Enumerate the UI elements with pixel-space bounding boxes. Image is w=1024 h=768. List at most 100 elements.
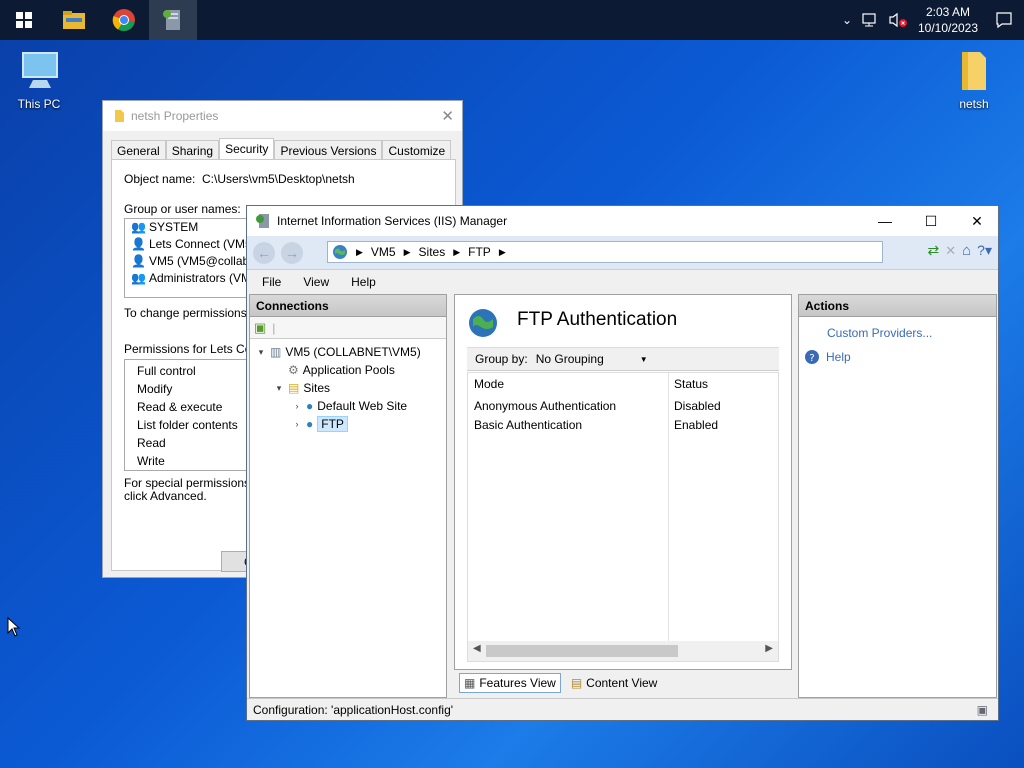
- help-icon[interactable]: ?▾: [977, 242, 992, 259]
- connections-pane: Connections ▣ | ▾ ▥ VM5 (COLLABNET\VM5) …: [249, 294, 447, 698]
- breadcrumb[interactable]: ▶ VM5 ▶ Sites ▶ FTP ▶: [327, 241, 883, 263]
- breadcrumb-item[interactable]: VM5: [371, 245, 396, 259]
- content-view-button[interactable]: ▤ Content View: [567, 673, 662, 693]
- menu-help[interactable]: Help: [351, 275, 376, 289]
- column-header-mode[interactable]: Mode: [468, 373, 668, 395]
- close-icon[interactable]: ✕: [441, 107, 454, 125]
- sites-folder-icon: ▤: [288, 381, 300, 395]
- group-by-dropdown[interactable]: No Grouping ▼: [536, 350, 652, 368]
- status-text: Configuration: 'applicationHost.config': [253, 703, 454, 717]
- maximize-icon[interactable]: ☐: [908, 206, 954, 236]
- group-users-label: Group or user names:: [124, 202, 241, 216]
- connect-icon[interactable]: ▣: [254, 320, 266, 336]
- svg-text:?: ?: [809, 353, 814, 364]
- chevron-down-icon[interactable]: ▾: [274, 383, 284, 394]
- network-status-icon: ▣: [976, 703, 988, 717]
- content-view-icon: ▤: [570, 676, 583, 690]
- chevron-right-icon: ▶: [498, 246, 506, 257]
- taskbar-iis-manager[interactable]: [149, 0, 197, 40]
- forward-arrow-icon[interactable]: →: [281, 242, 303, 264]
- clock-date: 10/10/2023: [917, 21, 979, 35]
- back-arrow-icon[interactable]: ←: [253, 242, 275, 264]
- globe-icon: ●: [306, 417, 314, 431]
- table-row-status[interactable]: Enabled: [668, 416, 718, 435]
- chevron-right-icon: ▶: [356, 246, 363, 257]
- breadcrumb-item[interactable]: FTP: [468, 245, 491, 259]
- table-row[interactable]: Basic Authentication: [468, 416, 668, 435]
- desktop-icon-netsh[interactable]: netsh: [939, 50, 1009, 111]
- actions-header: Actions: [799, 295, 996, 317]
- action-custom-providers[interactable]: Custom Providers...: [827, 326, 932, 340]
- horizontal-scrollbar[interactable]: ◀ ▶: [468, 641, 778, 661]
- user-icon: 👤: [131, 237, 146, 251]
- group-by-label: Group by:: [475, 352, 528, 366]
- group-by-bar: Group by: No Grouping ▼: [467, 347, 779, 371]
- features-view-button[interactable]: ▦ Features View: [459, 673, 561, 693]
- menu-view[interactable]: View: [303, 275, 329, 289]
- scroll-left-icon[interactable]: ◀: [473, 643, 481, 654]
- desktop-icon-label: This PC: [17, 97, 61, 111]
- user-icon: 👤: [131, 254, 146, 268]
- computer-icon: [22, 52, 58, 88]
- chevron-right-icon: ▶: [403, 246, 411, 257]
- application-pools-icon: ⚙: [288, 363, 299, 377]
- scrollbar-thumb[interactable]: [486, 645, 678, 657]
- column-header-status[interactable]: Status: [668, 373, 778, 395]
- tree-item-sites[interactable]: ▾ ▤ Sites: [274, 379, 330, 397]
- home-icon[interactable]: ⌂: [962, 242, 971, 259]
- tab-general[interactable]: General: [111, 140, 166, 160]
- breadcrumb-item[interactable]: Sites: [419, 245, 446, 259]
- iis-title: Internet Information Services (IIS) Mana…: [277, 214, 508, 228]
- globe-icon: [333, 245, 347, 259]
- tree-item-ftp[interactable]: › ● FTP: [292, 415, 348, 433]
- refresh-icon[interactable]: ⇄: [927, 242, 939, 259]
- network-icon[interactable]: [862, 12, 880, 28]
- iis-manager-icon: [256, 214, 269, 228]
- chevron-right-icon[interactable]: ›: [292, 419, 302, 429]
- file-explorer-icon: [63, 11, 85, 29]
- object-name-value: C:\Users\vm5\Desktop\netsh: [202, 172, 355, 186]
- tab-security[interactable]: Security: [219, 138, 275, 160]
- tree-item-server[interactable]: ▾ ▥ VM5 (COLLABNET\VM5): [256, 343, 421, 361]
- tree-item-application-pools[interactable]: ⚙ Application Pools: [274, 361, 395, 379]
- clock[interactable]: 2:03 AM 10/10/2023: [912, 4, 984, 36]
- notifications-icon[interactable]: [984, 10, 1024, 30]
- system-tray: ⌄ 2:03 AM 10/10/2023: [836, 0, 1024, 40]
- server-icon: ▥: [270, 345, 282, 359]
- clock-time: 2:03 AM: [925, 5, 971, 19]
- authentication-table: Mode Status Anonymous Authentication Dis…: [467, 372, 779, 662]
- chevron-down-icon[interactable]: ▾: [256, 347, 266, 358]
- menu-file[interactable]: File: [262, 275, 281, 289]
- iis-manager-window: Internet Information Services (IIS) Mana…: [246, 205, 999, 721]
- tab-customize[interactable]: Customize: [382, 140, 452, 160]
- stop-icon[interactable]: ✕: [945, 243, 956, 259]
- table-row-status[interactable]: Disabled: [668, 397, 721, 416]
- change-permissions-hint: To change permissions, cli: [124, 306, 265, 320]
- tab-sharing[interactable]: Sharing: [165, 140, 220, 160]
- start-button[interactable]: [0, 0, 48, 40]
- tree-item-default-web-site[interactable]: › ● Default Web Site: [292, 397, 408, 415]
- table-row[interactable]: Anonymous Authentication: [468, 397, 668, 416]
- chrome-icon: [112, 9, 135, 32]
- folder-icon: [962, 52, 986, 90]
- action-help[interactable]: ? Help: [804, 349, 851, 365]
- taskbar-chrome[interactable]: [100, 0, 148, 40]
- properties-title: netsh Properties: [131, 109, 219, 123]
- volume-muted-icon[interactable]: [888, 12, 908, 28]
- taskbar-file-explorer[interactable]: [50, 0, 98, 40]
- dropdown-arrow-icon: ▼: [639, 354, 648, 364]
- users-group-icon: 👥: [131, 271, 146, 285]
- tab-previous-versions[interactable]: Previous Versions: [274, 140, 383, 160]
- page-title: FTP Authentication: [517, 309, 678, 330]
- address-bar: ← → ▶ VM5 ▶ Sites ▶ FTP ▶ ⇄ ✕ ⌂ ?▾: [247, 236, 998, 270]
- minimize-icon[interactable]: —: [862, 206, 908, 236]
- scroll-right-icon[interactable]: ▶: [765, 643, 773, 654]
- globe-icon: [469, 309, 497, 337]
- close-icon[interactable]: ✕: [954, 206, 1000, 236]
- desktop-icon-label: netsh: [959, 97, 989, 111]
- connections-header: Connections: [250, 295, 446, 317]
- chevron-right-icon[interactable]: ›: [292, 401, 302, 411]
- properties-titlebar[interactable]: netsh Properties ✕: [103, 101, 462, 131]
- desktop-icon-this-pc[interactable]: This PC: [4, 50, 74, 111]
- chevron-up-icon[interactable]: ⌄: [836, 13, 858, 27]
